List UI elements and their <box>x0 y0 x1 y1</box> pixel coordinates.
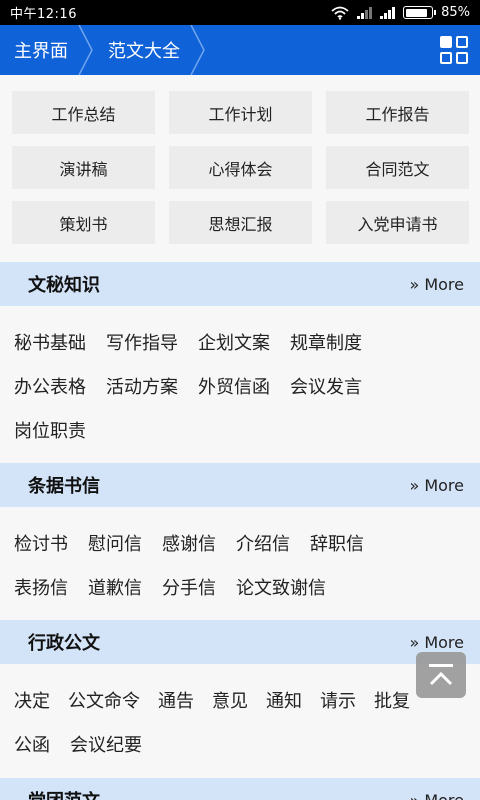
link-row: 岗位职责 <box>14 408 470 452</box>
article-link[interactable]: 道歉信 <box>88 574 142 600</box>
article-link[interactable]: 公函 <box>14 731 50 757</box>
breadcrumb: 主界面 范文大全 <box>0 25 480 75</box>
more-link[interactable]: » More <box>409 275 464 294</box>
breadcrumb-separator-icon <box>190 25 205 75</box>
app-screen: 中午12:16 85% 主界面 范文大全 工作总结 工作计划 工作报告 演讲稿 … <box>0 0 480 800</box>
section-links: 检讨书 慰问信 感谢信 介绍信 辞职信 表扬信 道歉信 分手信 论文致谢信 <box>0 515 480 609</box>
article-link[interactable]: 通知 <box>266 687 302 713</box>
link-row: 检讨书 慰问信 感谢信 介绍信 辞职信 <box>14 521 470 565</box>
section-title: 党团范文 <box>28 787 409 800</box>
category-tile[interactable]: 思想汇报 <box>169 201 312 244</box>
section-title: 条据书信 <box>28 476 100 497</box>
section-links: 秘书基础 写作指导 企划文案 规章制度 办公表格 活动方案 外贸信函 会议发言 … <box>0 314 480 452</box>
breadcrumb-home-label: 主界面 <box>14 41 68 62</box>
article-link[interactable]: 请示 <box>320 687 356 713</box>
article-link[interactable]: 感谢信 <box>162 530 216 556</box>
signal-icon-1 <box>357 6 373 19</box>
section-header: 党团范文 » More <box>0 778 480 800</box>
link-row: 办公表格 活动方案 外贸信函 会议发言 <box>14 364 470 408</box>
battery-fill <box>405 8 427 17</box>
breadcrumb-current[interactable]: 范文大全 <box>94 25 190 75</box>
link-row: 公函 会议纪要 <box>14 722 470 766</box>
article-link[interactable]: 会议发言 <box>290 373 362 399</box>
article-link[interactable]: 介绍信 <box>236 530 290 556</box>
category-tile[interactable]: 策划书 <box>12 201 155 244</box>
article-link[interactable]: 规章制度 <box>290 329 362 355</box>
article-link[interactable]: 外贸信函 <box>198 373 270 399</box>
article-link[interactable]: 慰问信 <box>88 530 142 556</box>
article-link[interactable]: 办公表格 <box>14 373 86 399</box>
article-link[interactable]: 秘书基础 <box>14 329 86 355</box>
article-link[interactable]: 通告 <box>158 687 194 713</box>
article-link[interactable]: 表扬信 <box>14 574 68 600</box>
breadcrumb-current-label: 范文大全 <box>108 41 180 62</box>
category-tile[interactable]: 工作总结 <box>12 91 155 134</box>
article-link[interactable]: 辞职信 <box>310 530 364 556</box>
battery-percent: 85% <box>441 5 470 20</box>
wifi-icon <box>331 6 349 20</box>
article-link[interactable]: 会议纪要 <box>70 731 142 757</box>
article-link[interactable]: 论文致谢信 <box>236 574 326 600</box>
article-link[interactable]: 意见 <box>212 687 248 713</box>
article-link[interactable]: 写作指导 <box>106 329 178 355</box>
article-link[interactable]: 决定 <box>14 687 50 713</box>
category-tile[interactable]: 合同范文 <box>326 146 469 189</box>
article-link[interactable]: 企划文案 <box>198 329 270 355</box>
article-link[interactable]: 批复 <box>374 687 410 713</box>
section-title: 行政公文 <box>28 633 100 654</box>
category-tile[interactable]: 工作计划 <box>169 91 312 134</box>
breadcrumb-home[interactable]: 主界面 <box>0 25 78 75</box>
section-header: 文秘知识 » More <box>0 262 480 306</box>
more-link[interactable]: » More <box>409 633 464 652</box>
category-tile[interactable]: 心得体会 <box>169 146 312 189</box>
category-tile[interactable]: 工作报告 <box>326 91 469 134</box>
back-to-top-icon <box>429 671 453 686</box>
link-row: 决定 公文命令 通告 意见 通知 请示 批复 <box>14 678 470 722</box>
back-to-top-button[interactable] <box>416 652 466 698</box>
article-link[interactable]: 活动方案 <box>106 373 178 399</box>
article-link[interactable]: 分手信 <box>162 574 216 600</box>
section-header: 行政公文 » More <box>0 620 480 664</box>
more-link[interactable]: » More <box>409 791 464 800</box>
battery-icon <box>403 6 437 19</box>
status-time: 中午12:16 <box>10 7 77 22</box>
category-tile[interactable]: 入党申请书 <box>326 201 469 244</box>
section-links: 决定 公文命令 通告 意见 通知 请示 批复 公函 会议纪要 <box>0 672 480 766</box>
section-header: 条据书信 » More <box>0 463 480 507</box>
category-tile[interactable]: 演讲稿 <box>12 146 155 189</box>
link-row: 秘书基础 写作指导 企划文案 规章制度 <box>14 320 470 364</box>
section-title: 文秘知识 <box>28 275 100 296</box>
grid-icon[interactable] <box>440 36 468 64</box>
signal-icon-2 <box>380 6 396 19</box>
status-bar: 中午12:16 85% <box>0 0 480 25</box>
more-link[interactable]: » More <box>409 476 464 495</box>
breadcrumb-separator-icon <box>78 25 93 75</box>
article-link[interactable]: 公文命令 <box>68 687 140 713</box>
article-link[interactable]: 检讨书 <box>14 530 68 556</box>
article-link[interactable]: 岗位职责 <box>14 417 86 443</box>
link-row: 表扬信 道歉信 分手信 论文致谢信 <box>14 565 470 609</box>
category-grid: 工作总结 工作计划 工作报告 演讲稿 心得体会 合同范文 策划书 思想汇报 入党… <box>0 75 480 244</box>
